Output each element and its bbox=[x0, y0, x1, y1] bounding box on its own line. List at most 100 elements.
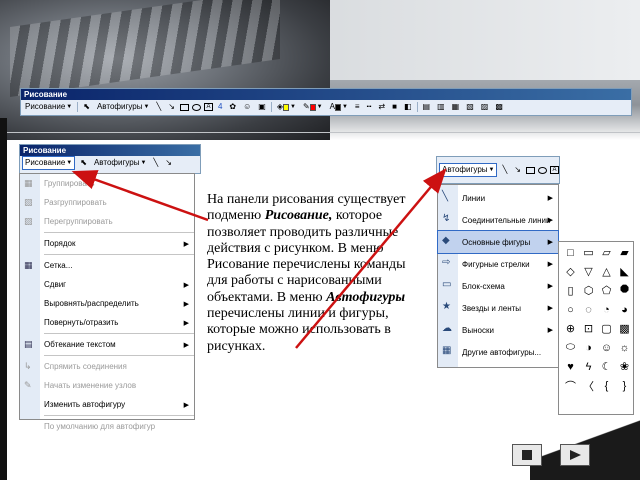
arrow-style-icon[interactable]: ⇄ bbox=[376, 101, 387, 113]
shape-option-icon[interactable]: ◌ bbox=[581, 302, 596, 317]
shape-option-icon[interactable]: ⬡ bbox=[581, 283, 596, 298]
autoshapes-menu-button[interactable]: Автофигуры ▼ bbox=[92, 157, 148, 169]
font-color-button[interactable]: A ▼ bbox=[328, 101, 350, 113]
submenu-arrow-icon: ▶ bbox=[183, 401, 189, 409]
drawing-menu-button[interactable]: Рисование ▼ bbox=[23, 101, 74, 113]
extra-button-icon[interactable]: ▦ bbox=[450, 101, 462, 113]
line-color-swatch-icon bbox=[309, 103, 316, 111]
dash-style-icon[interactable]: ┅ bbox=[365, 101, 374, 113]
shape-option-icon[interactable]: ⬠ bbox=[599, 283, 614, 298]
extra-button-icon[interactable]: ▨ bbox=[479, 101, 491, 113]
shape-option-icon[interactable]: ▽ bbox=[581, 264, 596, 279]
shape-option-icon[interactable]: ♥ bbox=[563, 359, 578, 374]
oval-tool-icon[interactable] bbox=[538, 166, 547, 174]
shape-option-icon[interactable]: ☼ bbox=[617, 340, 632, 355]
line-tool-icon[interactable]: ╲ bbox=[500, 164, 509, 176]
extra-button-icon[interactable]: ▤ bbox=[421, 101, 433, 113]
shape-option-icon[interactable]: ▩ bbox=[617, 321, 632, 336]
arrow-tool-icon[interactable]: ↘ bbox=[163, 157, 174, 169]
textbox-tool-icon[interactable]: A bbox=[550, 166, 559, 174]
shadow-icon[interactable]: ■ bbox=[390, 101, 399, 113]
autoshapes-menu-button[interactable]: Автофигуры ▼ bbox=[439, 163, 498, 177]
menu-item-label: Обтекание текстом bbox=[44, 340, 116, 349]
rectangle-tool-icon[interactable] bbox=[179, 103, 189, 111]
select-objects-icon[interactable]: ⬉ bbox=[78, 157, 89, 169]
shape-option-icon[interactable]: ϟ bbox=[581, 359, 596, 374]
oval-tool-icon[interactable] bbox=[191, 103, 201, 111]
shape-option-icon[interactable]: ▰ bbox=[617, 245, 632, 260]
shape-option-icon[interactable]: ⯃ bbox=[617, 283, 632, 298]
shape-option-icon[interactable]: ⬭ bbox=[563, 340, 578, 355]
shape-option-icon[interactable]: ⌒ bbox=[563, 378, 578, 393]
shape-option-icon[interactable]: ▯ bbox=[563, 283, 578, 298]
autoshapes-menu-item[interactable]: ↯ Соединительные линии ▶ bbox=[438, 209, 558, 231]
shape-option-icon[interactable]: 〈 bbox=[581, 378, 596, 393]
line-style-icon[interactable]: ≡ bbox=[353, 101, 362, 113]
drawing-menu-item[interactable]: Изменить автофигуру ▶ bbox=[20, 395, 194, 414]
drawing-menu-item[interactable]: Выровнять/распределить ▶ bbox=[20, 294, 194, 313]
shape-option-icon[interactable]: ◕ bbox=[617, 302, 632, 317]
autoshapes-menu-item[interactable]: ☁ Выноски ▶ bbox=[438, 319, 558, 341]
shape-option-icon[interactable]: ⊕ bbox=[563, 321, 578, 336]
drawing-menu-item[interactable]: Сдвиг ▶ bbox=[20, 275, 194, 294]
shape-option-icon[interactable]: □ bbox=[563, 245, 578, 260]
menu-item-icon: ☁ bbox=[442, 323, 452, 334]
shape-option-icon[interactable]: ◣ bbox=[617, 264, 632, 279]
menu-separator bbox=[44, 254, 194, 255]
extra-button-icon[interactable]: ▧ bbox=[464, 101, 476, 113]
shape-option-icon[interactable]: ◔ bbox=[599, 302, 614, 317]
nav-prev-button[interactable] bbox=[512, 444, 542, 466]
shape-option-icon[interactable]: ❀ bbox=[617, 359, 632, 374]
rectangle-tool-icon[interactable] bbox=[526, 166, 535, 174]
shape-option-icon[interactable]: ◇ bbox=[563, 264, 578, 279]
picture-icon[interactable]: ▣ bbox=[256, 101, 268, 113]
autoshapes-menu-item[interactable]: ★ Звезды и ленты ▶ bbox=[438, 297, 558, 319]
submenu-arrow-icon: ▶ bbox=[547, 217, 553, 224]
autoshapes-menu-item[interactable]: ▦ Другие автофигуры... bbox=[438, 341, 558, 363]
line-tool-icon[interactable]: ╲ bbox=[151, 157, 160, 169]
autoshapes-menu-item[interactable]: ⇨ Фигурные стрелки ▶ bbox=[438, 253, 558, 275]
nav-next-button[interactable] bbox=[560, 444, 590, 466]
menu-item-icon: ▭ bbox=[442, 279, 452, 290]
shape-option-icon[interactable]: ▢ bbox=[599, 321, 614, 336]
menu-item-label: Другие автофигуры... bbox=[462, 347, 542, 357]
fill-color-button[interactable]: ◈ ▼ bbox=[275, 101, 298, 113]
shape-option-icon[interactable]: ☾ bbox=[599, 359, 614, 374]
drawing-menu-item: ▨ Перегруппировать bbox=[20, 212, 194, 231]
line-tool-icon[interactable]: ╲ bbox=[154, 101, 163, 113]
shape-option-icon[interactable]: ◑ bbox=[581, 340, 596, 355]
drawing-menu-item[interactable]: ▤ Обтекание текстом ▶ bbox=[20, 335, 194, 354]
autoshapes-menu-item[interactable]: ▭ Блок-схема ▶ bbox=[438, 275, 558, 297]
diagram-icon[interactable]: ✿ bbox=[227, 101, 238, 113]
shape-option-icon[interactable]: ☺ bbox=[599, 340, 614, 355]
drawing-menu-item[interactable]: Порядок ▶ bbox=[20, 234, 194, 253]
menu-item-label: Повернуть/отразить bbox=[44, 318, 119, 327]
line-color-button[interactable]: ✎ ▼ bbox=[301, 101, 325, 113]
drawing-menu-item[interactable]: Повернуть/отразить ▶ bbox=[20, 313, 194, 332]
shape-option-icon[interactable]: △ bbox=[599, 264, 614, 279]
autoshapes-menu-button[interactable]: Автофигуры ▼ bbox=[95, 101, 151, 113]
wordart-icon[interactable]: 4 bbox=[216, 101, 224, 113]
extra-button-icon[interactable]: ▩ bbox=[493, 101, 505, 113]
autoshapes-menu-item[interactable]: ◆ Основные фигуры ▶ bbox=[437, 230, 559, 254]
arrow-tool-icon[interactable]: ↘ bbox=[512, 164, 523, 176]
select-objects-icon[interactable]: ⬉ bbox=[81, 101, 92, 113]
shape-option-icon[interactable]: ▱ bbox=[599, 245, 614, 260]
3d-icon[interactable]: ◧ bbox=[402, 101, 414, 113]
autoshapes-menu-label: Автофигуры bbox=[93, 158, 140, 167]
shape-option-icon[interactable]: ○ bbox=[563, 302, 578, 317]
autoshapes-menu-item[interactable]: ╲ Линии ▶ bbox=[438, 187, 558, 209]
drawing-menu-button[interactable]: Рисование ▼ bbox=[22, 156, 76, 170]
menu-item-label: Фигурные стрелки bbox=[462, 259, 530, 269]
shape-option-icon[interactable]: { bbox=[599, 378, 614, 393]
menu-item-icon: ▦ bbox=[24, 178, 33, 188]
menu-item-label: Выноски bbox=[462, 325, 494, 335]
shape-option-icon[interactable]: ▭ bbox=[581, 245, 596, 260]
shape-option-icon[interactable]: } bbox=[617, 378, 632, 393]
extra-button-icon[interactable]: ▥ bbox=[435, 101, 447, 113]
arrow-tool-icon[interactable]: ↘ bbox=[166, 101, 177, 113]
clipart-icon[interactable]: ☺ bbox=[241, 101, 253, 113]
textbox-tool-icon[interactable]: A bbox=[203, 103, 213, 111]
drawing-menu-item[interactable]: ▦ Сетка... bbox=[20, 256, 194, 275]
shape-option-icon[interactable]: ⊡ bbox=[581, 321, 596, 336]
